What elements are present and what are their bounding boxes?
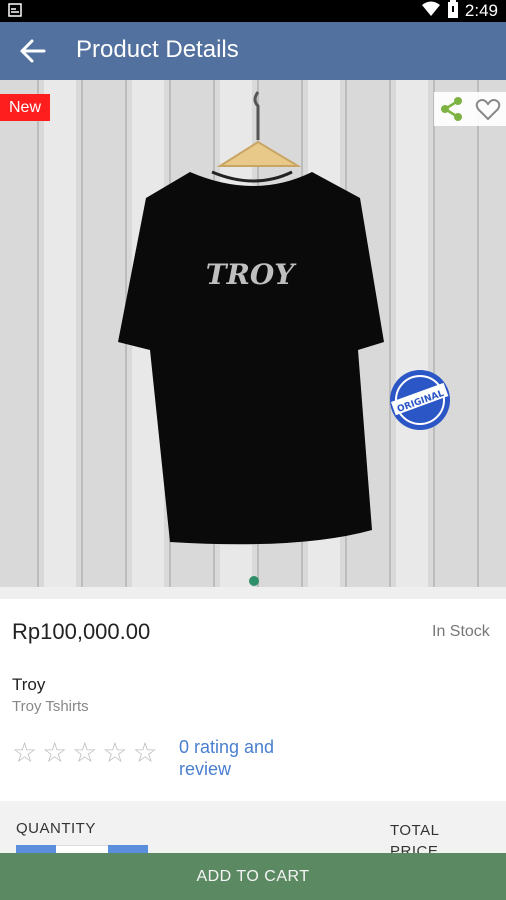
shirt-print: TROY bbox=[206, 258, 297, 291]
star-icon[interactable]: ☆ bbox=[132, 739, 157, 767]
product-info: Rp100,000.00 In Stock Troy Troy Tshirts … bbox=[0, 599, 506, 801]
status-time: 2:49 bbox=[464, 1, 498, 20]
battery-icon bbox=[447, 0, 459, 23]
app-bar: Product Details bbox=[0, 22, 506, 80]
product-image[interactable]: TROY ORIGINAL bbox=[0, 80, 506, 587]
add-to-cart-button[interactable]: ADD TO CART bbox=[0, 853, 506, 900]
arrow-back-icon[interactable] bbox=[18, 37, 48, 65]
star-icon[interactable]: ☆ bbox=[102, 739, 127, 767]
product-photo: TROY ORIGINAL bbox=[0, 80, 506, 587]
product-price: Rp100,000.00 bbox=[12, 619, 151, 644]
product-actions bbox=[434, 92, 506, 126]
wifi-icon bbox=[421, 1, 441, 22]
original-seal: ORIGINAL bbox=[390, 370, 450, 430]
new-badge: New bbox=[0, 94, 50, 121]
share-icon[interactable] bbox=[439, 96, 465, 122]
rating-review-link[interactable]: 0 rating and review bbox=[179, 736, 319, 780]
notification-icon bbox=[8, 3, 22, 17]
page-title: Product Details bbox=[76, 36, 239, 63]
heart-icon[interactable] bbox=[475, 96, 501, 122]
star-icon[interactable]: ☆ bbox=[12, 739, 37, 767]
product-brand: Troy bbox=[12, 675, 46, 694]
divider bbox=[0, 587, 506, 599]
stock-status: In Stock bbox=[432, 623, 490, 640]
carousel-indicator bbox=[249, 576, 259, 586]
quantity-label: QUANTITY bbox=[16, 820, 96, 837]
star-icon[interactable]: ☆ bbox=[42, 739, 67, 767]
star-icon[interactable]: ☆ bbox=[72, 739, 97, 767]
status-bar: 2:49 bbox=[0, 0, 506, 22]
product-category: Troy Tshirts bbox=[12, 698, 89, 715]
rating-stars[interactable]: ☆ ☆ ☆ ☆ ☆ bbox=[12, 739, 158, 767]
